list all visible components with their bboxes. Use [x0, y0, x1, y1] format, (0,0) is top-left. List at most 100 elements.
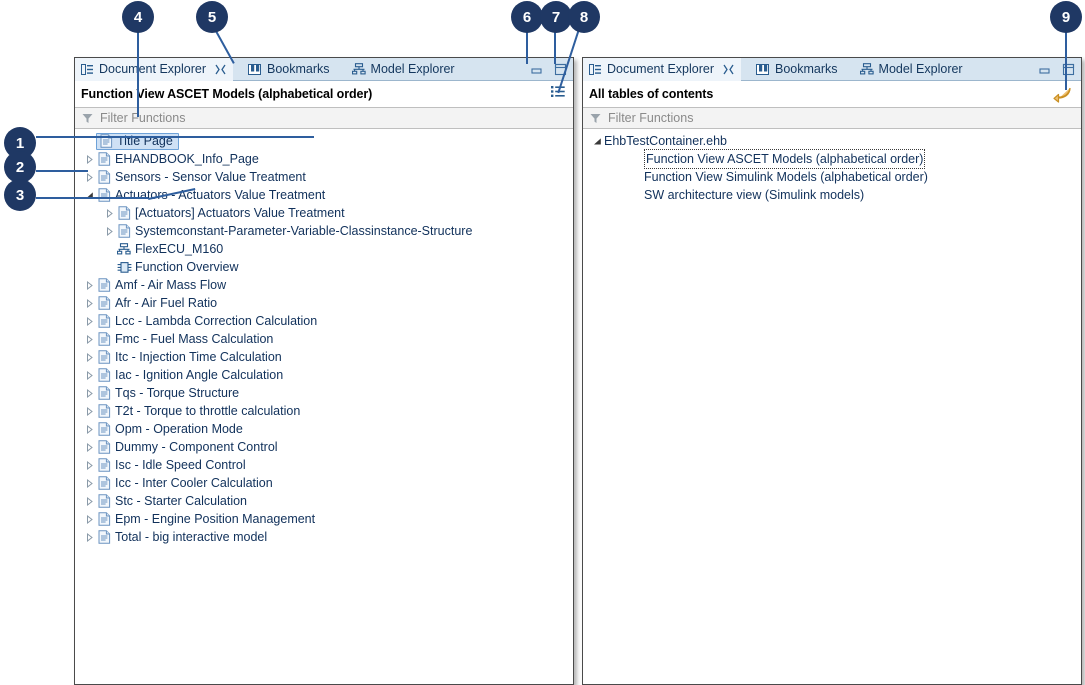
tree-item[interactable]: EhbTestContainer.ehb	[583, 132, 1081, 150]
right-window-buttons	[1038, 58, 1075, 81]
tree-item[interactable]: Itc - Injection Time Calculation	[75, 348, 573, 366]
tree-item-content: Dummy - Component Control	[96, 438, 278, 456]
tree-item[interactable]: Total - big interactive model	[75, 528, 573, 546]
document-explorer-icon	[81, 63, 94, 76]
chevron-right-icon[interactable]	[83, 442, 96, 452]
chevron-right-icon[interactable]	[83, 424, 96, 434]
tree-item-content: Tqs - Torque Structure	[96, 384, 239, 402]
chevron-right-icon[interactable]	[83, 370, 96, 380]
chevron-right-icon[interactable]	[83, 514, 96, 524]
tree-item-content: Lcc - Lambda Correction Calculation	[96, 312, 317, 330]
document-icon	[96, 440, 112, 454]
tree-item[interactable]: SW architecture view (Simulink models)	[583, 186, 1081, 204]
tree-item[interactable]: T2t - Torque to throttle calculation	[75, 402, 573, 420]
tree-item[interactable]: Amf - Air Mass Flow	[75, 276, 573, 294]
leader-line-3a	[36, 197, 148, 199]
chevron-right-icon[interactable]	[83, 532, 96, 542]
chevron-right-icon[interactable]	[83, 316, 96, 326]
tree-item-label: Opm - Operation Mode	[115, 422, 243, 436]
tree-item[interactable]: FlexECU_M160	[75, 240, 573, 258]
tab-document-explorer[interactable]: Document Explorer	[583, 58, 741, 81]
filter-icon	[590, 113, 601, 124]
bookmarks-icon	[248, 63, 262, 76]
chevron-right-icon[interactable]	[83, 334, 96, 344]
chevron-right-icon[interactable]	[83, 280, 96, 290]
right-document-explorer-panel: Document Explorer Bookmarks Model Explor…	[582, 57, 1082, 685]
chevron-right-icon[interactable]	[83, 154, 96, 164]
tree-item[interactable]: Systemconstant-Parameter-Variable-Classi…	[75, 222, 573, 240]
tab-bookmarks[interactable]: Bookmarks	[242, 58, 337, 81]
chevron-right-icon[interactable]	[103, 208, 116, 218]
tree-item-label: Stc - Starter Calculation	[115, 494, 247, 508]
tree-item-content: Total - big interactive model	[96, 528, 267, 546]
tree-item[interactable]: Stc - Starter Calculation	[75, 492, 573, 510]
search-input[interactable]: Filter Functions	[100, 111, 185, 125]
close-icon[interactable]	[215, 64, 226, 75]
right-filter-bar[interactable]: Filter Functions	[583, 107, 1081, 129]
chevron-down-icon[interactable]	[591, 137, 604, 146]
maximize-button[interactable]	[1062, 63, 1075, 76]
left-tree[interactable]: Title Page EHANDBOOK_Info_Page Sensors - S…	[75, 129, 573, 684]
tree-item[interactable]: [Actuators] Actuators Value Treatment	[75, 204, 573, 222]
tree-item[interactable]: Function View Simulink Models (alphabeti…	[583, 168, 1081, 186]
leader-line-2	[36, 170, 88, 172]
tree-item[interactable]: Function Overview	[75, 258, 573, 276]
tree-item-content: Actuators - Actuators Value Treatment	[96, 186, 325, 204]
minimize-button[interactable]	[530, 64, 543, 75]
chevron-right-icon[interactable]	[83, 460, 96, 470]
chevron-right-icon[interactable]	[83, 388, 96, 398]
document-icon	[96, 350, 112, 364]
back-arrow-icon[interactable]	[1053, 85, 1073, 103]
left-filter-bar[interactable]: Filter Functions	[75, 107, 573, 129]
tree-item-content: Sensors - Sensor Value Treatment	[96, 168, 306, 186]
tab-model-explorer[interactable]: Model Explorer	[854, 58, 970, 81]
tree-item[interactable]: Tqs - Torque Structure	[75, 384, 573, 402]
document-icon	[96, 368, 112, 382]
close-icon[interactable]	[723, 64, 734, 75]
function-overview-icon	[116, 261, 132, 274]
search-input[interactable]: Filter Functions	[608, 111, 693, 125]
tree-item[interactable]: EHANDBOOK_Info_Page	[75, 150, 573, 168]
chevron-right-icon[interactable]	[83, 298, 96, 308]
tree-item-label: T2t - Torque to throttle calculation	[115, 404, 301, 418]
chevron-right-icon[interactable]	[83, 352, 96, 362]
document-icon	[116, 224, 132, 238]
tab-bookmarks[interactable]: Bookmarks	[750, 58, 845, 81]
document-icon	[96, 530, 112, 544]
tree-item[interactable]: Isc - Idle Speed Control	[75, 456, 573, 474]
tree-item[interactable]: Fmc - Fuel Mass Calculation	[75, 330, 573, 348]
tree-item[interactable]: Function View ASCET Models (alphabetical…	[583, 149, 1081, 169]
tree-item[interactable]: Epm - Engine Position Management	[75, 510, 573, 528]
tab-model-explorer[interactable]: Model Explorer	[346, 58, 462, 81]
chevron-right-icon[interactable]	[83, 496, 96, 506]
chevron-right-icon[interactable]	[103, 226, 116, 236]
document-icon	[96, 188, 112, 202]
tree-item-content: [Actuators] Actuators Value Treatment	[116, 204, 345, 222]
tree-item-label: Iac - Ignition Angle Calculation	[115, 368, 284, 382]
chevron-right-icon[interactable]	[83, 478, 96, 488]
tree-item[interactable]: Sensors - Sensor Value Treatment	[75, 168, 573, 186]
chevron-right-icon[interactable]	[83, 406, 96, 416]
right-panel-heading-bar: All tables of contents	[583, 81, 1081, 107]
minimize-button[interactable]	[1038, 64, 1051, 75]
tree-item-label: SW architecture view (Simulink models)	[644, 188, 865, 202]
left-panel-heading-bar: Function View ASCET Models (alphabetical…	[75, 81, 573, 107]
tree-item[interactable]: Dummy - Component Control	[75, 438, 573, 456]
tree-item-label: Total - big interactive model	[115, 530, 268, 544]
tab-label: Document Explorer	[607, 61, 714, 76]
tab-document-explorer[interactable]: Document Explorer	[75, 58, 233, 81]
tree-item-label: Function View Simulink Models (alphabeti…	[644, 170, 928, 184]
tree-item[interactable]: Iac - Ignition Angle Calculation	[75, 366, 573, 384]
tab-label: Bookmarks	[775, 61, 838, 76]
tree-item[interactable]: Title Page	[75, 132, 573, 150]
tree-item[interactable]: Afr - Air Fuel Ratio	[75, 294, 573, 312]
chevron-right-icon[interactable]	[83, 172, 96, 182]
tree-item-label: Dummy - Component Control	[115, 440, 278, 454]
document-icon	[96, 314, 112, 328]
tree-item[interactable]: Opm - Operation Mode	[75, 420, 573, 438]
right-tree[interactable]: EhbTestContainer.ehb Function View ASCET …	[583, 129, 1081, 684]
tree-item-content: Function View Simulink Models (alphabeti…	[644, 168, 928, 186]
tree-item[interactable]: Lcc - Lambda Correction Calculation	[75, 312, 573, 330]
tree-item[interactable]: Actuators - Actuators Value Treatment	[75, 186, 573, 204]
tree-item[interactable]: Icc - Inter Cooler Calculation	[75, 474, 573, 492]
